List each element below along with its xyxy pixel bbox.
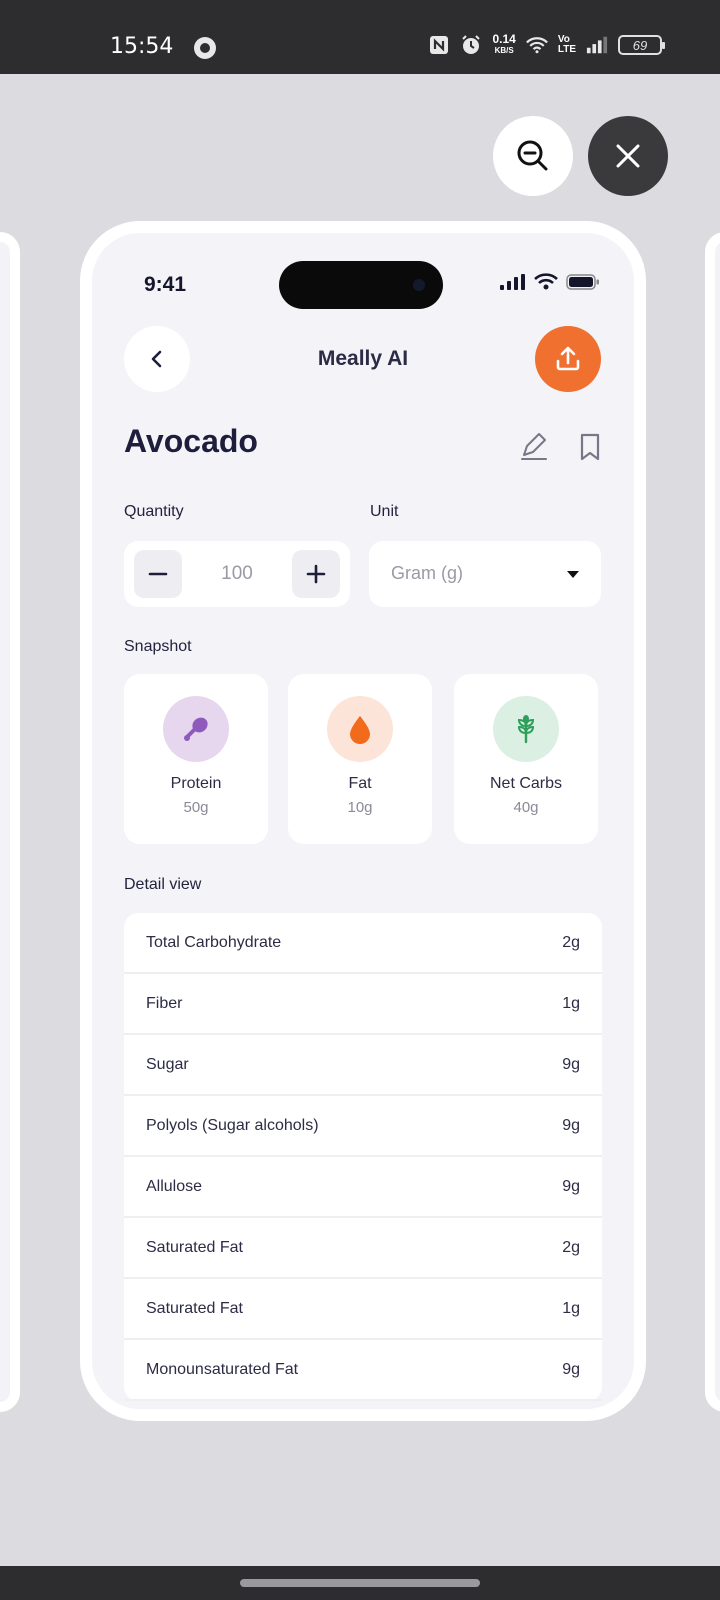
- phone-screen: 9:41 Meally AI Avocado Quantity Unit 100: [92, 233, 634, 1409]
- drop-icon: [327, 696, 393, 762]
- phone-status-icons: [500, 273, 600, 290]
- share-button[interactable]: [535, 326, 601, 392]
- snapshot-card-net-carbs: Net Carbs 40g: [454, 674, 598, 844]
- unit-dropdown[interactable]: Gram (g): [369, 541, 601, 607]
- nutrient-value: 9g: [562, 1116, 580, 1134]
- phone-mockup: 9:41 Meally AI Avocado Quantity Unit 100: [80, 221, 646, 1421]
- alarm-icon: [460, 34, 482, 56]
- nutrient-value: 1g: [562, 1299, 580, 1317]
- snapshot-name: Protein: [170, 775, 222, 792]
- zoom-out-button[interactable]: [493, 116, 573, 196]
- volte-indicator: Vo LTE: [557, 34, 576, 55]
- next-preview-card[interactable]: [705, 232, 720, 1412]
- battery-icon: [566, 273, 599, 290]
- app-notification-icon: [194, 37, 216, 59]
- nutrient-value: 2g: [562, 933, 580, 951]
- nutrient-name: Saturated Fat: [146, 1238, 243, 1256]
- upload-icon: [556, 346, 580, 371]
- snapshot-label: Snapshot: [124, 638, 192, 655]
- table-row: Saturated Fat 2g: [124, 1218, 602, 1279]
- system-status-bar: 15:54 0.14 KB/S Vo LTE 69: [0, 0, 720, 74]
- battery-indicator: 69: [618, 35, 665, 55]
- snapshot-value: 40g: [513, 799, 539, 816]
- system-clock: 15:54: [110, 34, 174, 59]
- table-row: Sugar 9g: [124, 1035, 602, 1096]
- close-icon: [616, 144, 640, 168]
- previous-preview-card[interactable]: [0, 232, 20, 1412]
- dynamic-island: [279, 261, 443, 309]
- nutrient-value: 2g: [562, 1238, 580, 1256]
- table-row: Polyols (Sugar alcohols) 9g: [124, 1096, 602, 1157]
- table-row: Allulose 9g: [124, 1157, 602, 1218]
- nutrient-value: 1g: [562, 994, 580, 1012]
- nutrient-name: Polyols (Sugar alcohols): [146, 1116, 319, 1134]
- quantity-stepper: 100: [124, 541, 350, 607]
- cellular-signal-icon: [586, 34, 608, 56]
- unit-selected-value: Gram (g): [391, 563, 463, 583]
- nutrient-value: 9g: [562, 1055, 580, 1073]
- table-row: Saturated Fat 1g: [124, 1279, 602, 1340]
- snapshot-value: 50g: [183, 799, 209, 816]
- wheat-icon: [493, 696, 559, 762]
- plus-icon: [306, 564, 326, 584]
- snapshot-card-protein: Protein 50g: [124, 674, 268, 844]
- increment-button[interactable]: [292, 550, 340, 598]
- nutrient-name: Sugar: [146, 1055, 189, 1073]
- unit-label: Unit: [370, 503, 399, 520]
- network-speed: 0.14 KB/S: [492, 32, 516, 55]
- zoom-out-icon: [517, 140, 548, 171]
- nfc-icon: [428, 34, 450, 56]
- nutrient-value: 9g: [562, 1177, 580, 1195]
- home-gesture-handle[interactable]: [240, 1579, 480, 1587]
- snapshot-name: Net Carbs: [489, 775, 563, 792]
- drumstick-icon: [163, 696, 229, 762]
- nutrient-value: 9g: [562, 1360, 580, 1378]
- navigation-bar: [0, 1566, 720, 1600]
- bookmark-icon[interactable]: [578, 433, 602, 461]
- table-row: Total Carbohydrate 2g: [124, 913, 602, 974]
- snapshot-card-fat: Fat 10g: [288, 674, 432, 844]
- nutrition-detail-list: Total Carbohydrate 2g Fiber 1g Sugar 9g Pol…: [124, 913, 602, 1401]
- detail-view-label: Detail view: [124, 876, 202, 893]
- snapshot-value: 10g: [347, 799, 373, 816]
- close-button[interactable]: [588, 116, 668, 196]
- nutrient-name: Allulose: [146, 1177, 203, 1195]
- edit-icon[interactable]: [520, 433, 548, 461]
- nutrient-name: Total Carbohydrate: [146, 933, 282, 951]
- nutrient-name: Monounsaturated Fat: [146, 1360, 299, 1378]
- table-row: Fiber 1g: [124, 974, 602, 1035]
- quantity-label: Quantity: [124, 503, 184, 520]
- wifi-icon: [534, 273, 558, 290]
- wifi-icon: [525, 34, 548, 56]
- snapshot-name: Fat: [348, 775, 372, 792]
- caret-down-icon: [567, 571, 579, 578]
- signal-icon: [500, 273, 525, 290]
- food-name: Avocado: [124, 423, 258, 459]
- nutrient-name: Fiber: [146, 994, 183, 1012]
- nutrient-name: Saturated Fat: [146, 1299, 243, 1317]
- phone-clock: 9:41: [144, 273, 187, 296]
- table-row: Monounsaturated Fat 9g: [124, 1340, 602, 1401]
